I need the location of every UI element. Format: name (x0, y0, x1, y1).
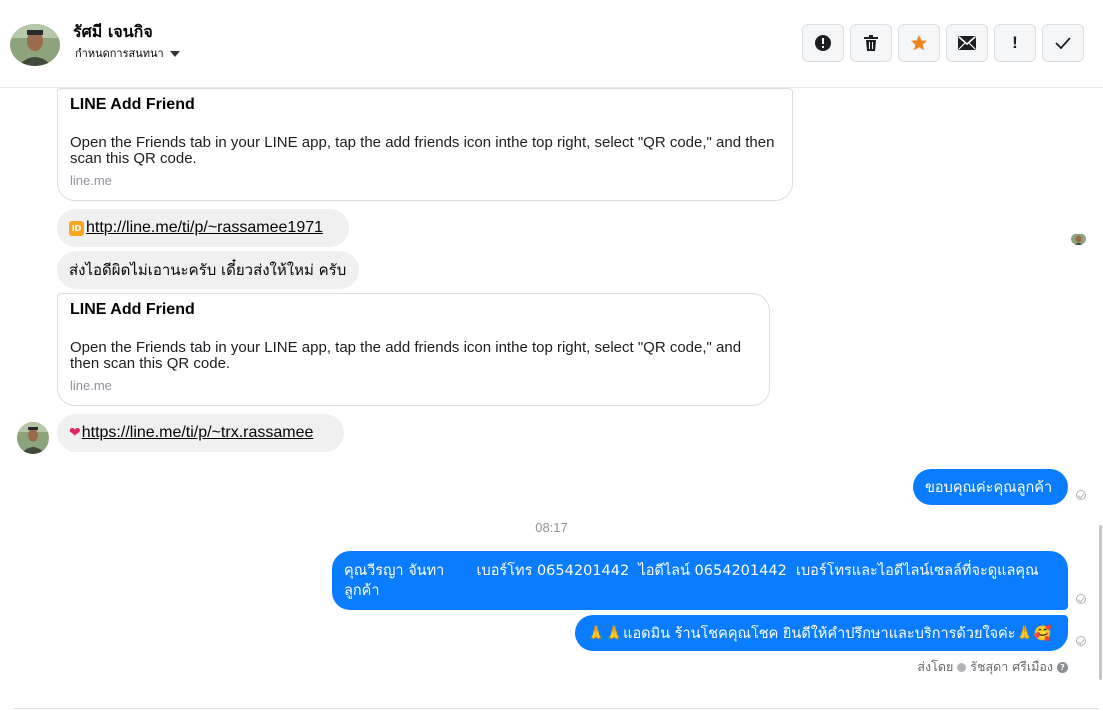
checkmark-icon (1055, 37, 1071, 49)
sender-check-icon (957, 662, 967, 672)
star-button[interactable] (898, 24, 940, 62)
sent-status-icon (1076, 490, 1086, 500)
outgoing-message: คุณวีรญา จันทา เบอร์โทร 0654201442 ไอดีไ… (332, 551, 1068, 610)
conversation-header: รัศมี เจนกิจ กำหนดการสนทนา ! (0, 0, 1103, 88)
card-title: LINE Add Friend (70, 96, 195, 113)
incoming-message: ID http://line.me/ti/p/~rassamee1971 (57, 209, 349, 247)
sender-avatar[interactable] (17, 422, 49, 454)
mark-unread-button[interactable] (946, 24, 988, 62)
message-text-line: คุณวีรญา จันทา เบอร์โทร 0654201442 ไอดีไ… (344, 562, 1039, 579)
card-title: LINE Add Friend (70, 301, 195, 318)
card-domain: line.me (70, 173, 112, 188)
id-emoji-icon: ID (69, 220, 84, 236)
mark-spam-button[interactable] (802, 24, 844, 62)
star-icon (911, 35, 927, 51)
card-description: Open the Friends tab in your LINE app, t… (70, 134, 775, 167)
outgoing-message: ขอบคุณค่ะคุณลูกค้า (913, 469, 1068, 505)
chevron-down-icon (169, 51, 180, 57)
outgoing-message: 🙏🙏แอดมิน ร้านโชคคุณโชค ยินดีให้คำปรึกษาแ… (575, 615, 1068, 651)
link-preview-card[interactable]: LINE Add Friend Open the Friends tab in … (57, 293, 770, 406)
message-text: 🙏🙏แอดมิน ร้านโชคคุณโชค ยินดีให้คำปรึกษาแ… (587, 625, 1052, 642)
spam-icon (815, 35, 831, 51)
message-text: ส่งไอดีผิดไม่เอานะครับ เดี๋ยวส่งให้ใหม่ … (69, 261, 347, 279)
message-text-line: ลูกค้า (344, 582, 380, 599)
sent-by-name: รัชสุดา ศรีเมือง (970, 659, 1053, 674)
incoming-message: ❤ https://line.me/ti/p/~trx.rassamee (57, 414, 344, 452)
contact-avatar[interactable] (10, 24, 60, 66)
message-text: ขอบคุณค่ะคุณลูกค้า (925, 479, 1053, 496)
card-description: Open the Friends tab in your LINE app, t… (70, 339, 742, 372)
mail-icon (958, 36, 976, 50)
broken-heart-emoji: ❤ (69, 425, 81, 441)
card-domain: line.me (70, 378, 112, 393)
sent-status-icon (1076, 636, 1086, 646)
composer-divider (14, 708, 1099, 709)
link-preview-card[interactable]: LINE Add Friend Open the Friends tab in … (57, 88, 793, 201)
scrollbar-thumb[interactable] (1099, 525, 1102, 680)
message-link[interactable]: https://line.me/ti/p/~trx.rassamee (82, 424, 314, 442)
incoming-message: ส่งไอดีผิดไม่เอานะครับ เดี๋ยวส่งให้ใหม่ … (57, 251, 359, 289)
mark-done-button[interactable] (1042, 24, 1084, 62)
trash-icon (864, 35, 878, 51)
assign-label: กำหนดการสนทนา (75, 47, 164, 60)
follow-up-button[interactable]: ! (994, 24, 1036, 62)
sent-by-label: ส่งโดย (917, 659, 954, 674)
contact-name[interactable]: รัศมี เจนกิจ (73, 20, 153, 45)
delete-button[interactable] (850, 24, 892, 62)
follow-up-icon: ! (1012, 33, 1018, 52)
sent-by-info: ส่งโดย รัชสุดา ศรีเมือง ? (917, 657, 1068, 677)
assign-conversation-dropdown[interactable]: กำหนดการสนทนา (75, 44, 180, 62)
help-icon[interactable]: ? (1057, 661, 1068, 673)
message-timestamp: 08:17 (535, 520, 568, 535)
message-link[interactable]: http://line.me/ti/p/~rassamee1971 (86, 219, 323, 237)
seen-avatar (1071, 233, 1086, 245)
sent-status-icon (1076, 594, 1086, 604)
